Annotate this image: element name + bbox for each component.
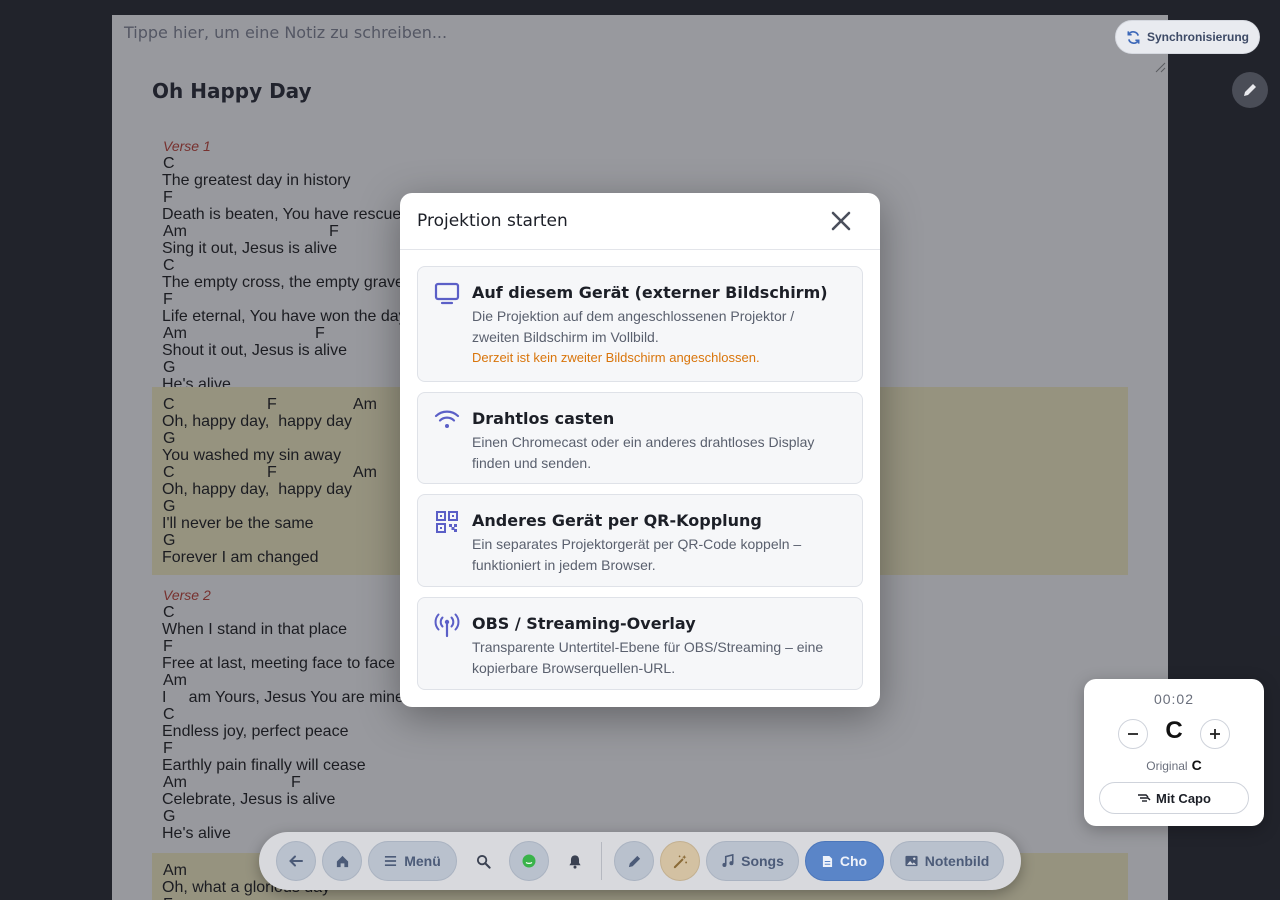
- capo-icon: [1138, 794, 1151, 802]
- option-title: Anderes Gerät per QR-Kopplung: [472, 511, 762, 530]
- monitor-icon: [434, 282, 460, 305]
- option-qr-pairing[interactable]: Anderes Gerät per QR-Kopplung Ein separa…: [417, 494, 863, 587]
- cho-label: Cho: [839, 853, 868, 869]
- broadcast-icon: [434, 613, 460, 638]
- option-description: Ein separates Projektorgerät per QR-Code…: [472, 536, 802, 573]
- option-description: Transparente Untertitel-Ebene für OBS/St…: [472, 639, 824, 676]
- minus-icon: [1128, 733, 1138, 735]
- pencil-icon: [628, 855, 640, 867]
- edit-fab-button[interactable]: [1232, 72, 1268, 108]
- option-external-screen[interactable]: Auf diesem Gerät (externer Bildschirm) D…: [417, 266, 863, 382]
- cho-button[interactable]: Cho: [805, 841, 884, 881]
- songs-button[interactable]: Songs: [706, 841, 799, 881]
- bell-icon: [569, 854, 581, 869]
- search-button[interactable]: [466, 841, 500, 881]
- projection-modal: Projektion starten Auf diesem Gerät (ext…: [400, 193, 880, 707]
- chat-button[interactable]: [509, 841, 549, 881]
- back-button[interactable]: [276, 841, 316, 881]
- option-wireless-cast[interactable]: Drahtlos casten Einen Chromecast oder ei…: [417, 392, 863, 484]
- notifications-button[interactable]: [558, 841, 592, 881]
- sync-button[interactable]: Synchronisierung: [1115, 20, 1260, 54]
- option-description: Die Projektion auf dem angeschlossenen P…: [472, 308, 795, 345]
- sync-label: Synchronisierung: [1146, 30, 1250, 44]
- original-label: Original: [1146, 759, 1188, 773]
- edit-button[interactable]: [614, 841, 654, 881]
- menu-button[interactable]: Menü: [368, 841, 457, 881]
- option-title: OBS / Streaming-Overlay: [472, 614, 696, 633]
- image-icon: [905, 855, 918, 867]
- original-key: C: [1191, 757, 1202, 773]
- menu-label: Menü: [404, 853, 441, 869]
- original-key-row: Original C: [1084, 757, 1264, 773]
- home-icon: [336, 855, 348, 867]
- home-button[interactable]: [322, 841, 362, 881]
- music-note-icon: [722, 854, 734, 867]
- option-title: Drahtlos casten: [472, 409, 615, 428]
- sync-icon: [1127, 30, 1140, 44]
- arrow-left-icon: [289, 855, 303, 867]
- toolbar-divider: [601, 842, 602, 880]
- current-key: C: [1165, 717, 1183, 744]
- timer: 00:02: [1153, 691, 1195, 707]
- notenbild-label: Notenbild: [924, 853, 990, 869]
- magic-wand-icon: [673, 854, 687, 868]
- capo-button[interactable]: Mit Capo: [1099, 782, 1249, 814]
- option-title: Auf diesem Gerät (externer Bildschirm): [472, 283, 828, 302]
- option-warning: Derzeit ist kein zweiter Bildschirm ange…: [472, 350, 760, 365]
- capo-label: Mit Capo: [1156, 790, 1211, 806]
- option-obs-overlay[interactable]: OBS / Streaming-Overlay Transparente Unt…: [417, 597, 863, 690]
- chat-icon: [522, 854, 536, 868]
- bottom-toolbar: Menü Songs Cho Notenbild: [259, 832, 1021, 890]
- document-icon: [822, 855, 832, 867]
- hamburger-icon: [385, 855, 397, 867]
- wifi-icon: [434, 410, 460, 428]
- songs-label: Songs: [741, 853, 784, 869]
- search-icon: [476, 854, 491, 869]
- notenbild-button[interactable]: Notenbild: [890, 841, 1004, 881]
- option-description: Einen Chromecast oder ein anderes drahtl…: [472, 434, 815, 471]
- modal-header: Projektion starten: [400, 193, 880, 250]
- magic-wand-button[interactable]: [660, 841, 700, 881]
- transpose-down-button[interactable]: [1118, 719, 1148, 749]
- pencil-icon: [1244, 84, 1256, 96]
- qr-code-icon: [436, 511, 458, 533]
- transpose-panel: 00:02 C Original C Mit Capo: [1084, 679, 1264, 826]
- close-icon[interactable]: [827, 207, 855, 235]
- plus-icon: [1210, 729, 1220, 739]
- transpose-up-button[interactable]: [1200, 719, 1230, 749]
- modal-title: Projektion starten: [417, 211, 568, 231]
